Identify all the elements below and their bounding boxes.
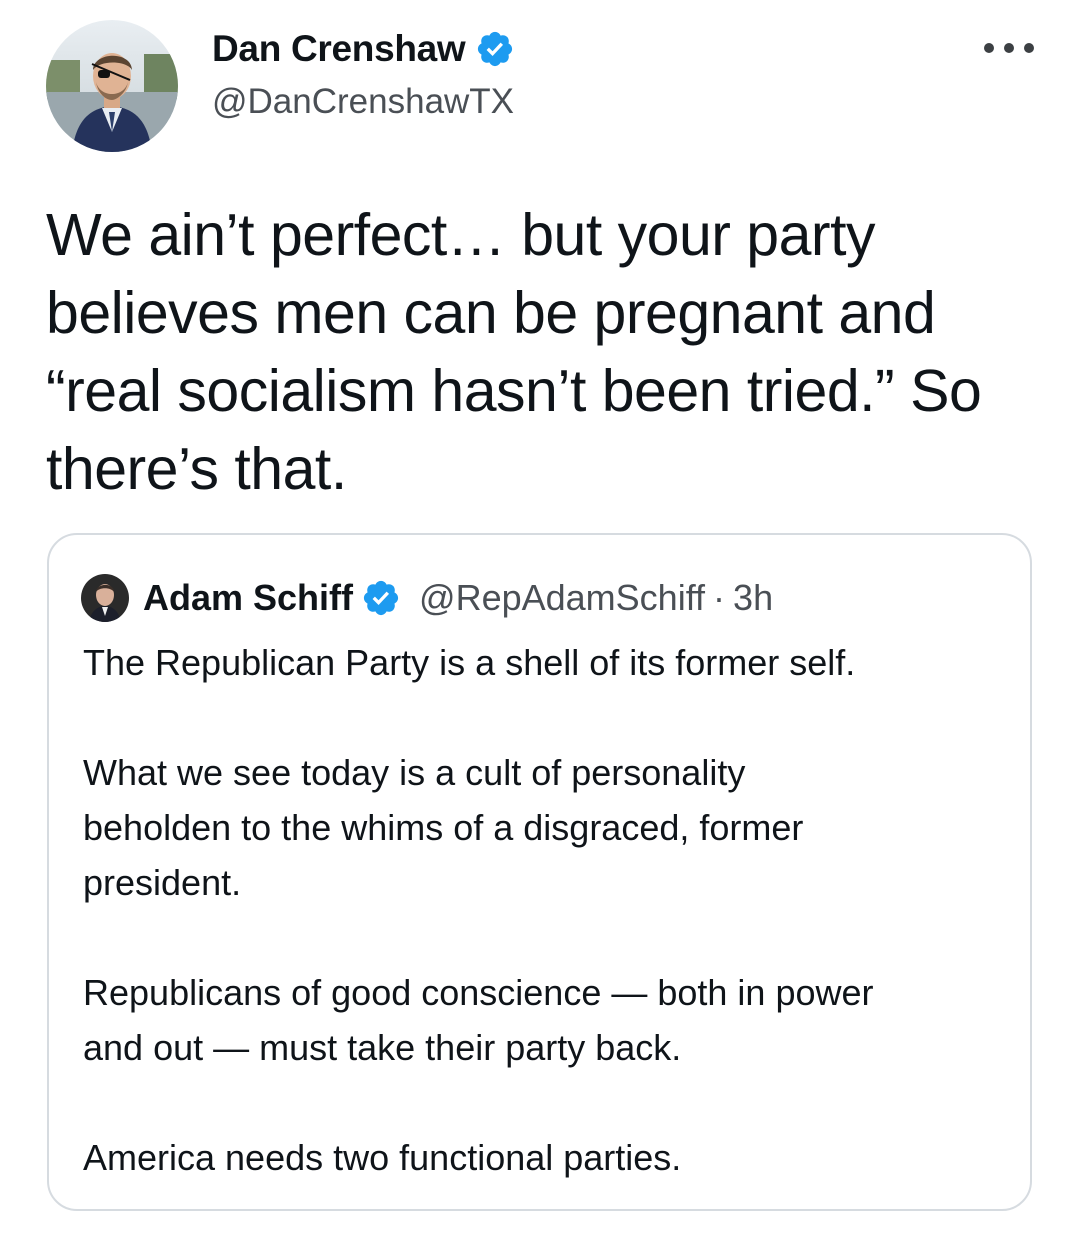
more-horizontal-icon <box>1024 43 1034 53</box>
quoted-tweet-card[interactable]: Adam Schiff @RepAdamSchiff · 3h The Repu… <box>47 533 1032 1211</box>
quoted-tweet-paragraph: Republicans of good conscience — both in… <box>83 972 874 1068</box>
quoted-author-avatar-image <box>81 574 129 622</box>
quoted-tweet-paragraph: America needs two functional parties. <box>83 1137 682 1178</box>
quoted-tweet-header: Adam Schiff @RepAdamSchiff · 3h <box>81 573 773 623</box>
quoted-tweet-paragraph: What we see today is a cult of personali… <box>83 752 804 903</box>
tweet-text: We ain’t perfect… but your party believe… <box>46 202 982 502</box>
more-horizontal-icon <box>984 43 994 53</box>
author-name-row: Dan Crenshaw <box>212 24 515 74</box>
author-handle[interactable]: @DanCrenshawTX <box>212 82 514 122</box>
quoted-author-avatar[interactable] <box>81 574 129 622</box>
verified-badge-icon <box>478 31 513 67</box>
separator-dot: · <box>713 577 726 618</box>
more-horizontal-icon <box>1004 43 1014 53</box>
quoted-tweet-timestamp[interactable]: 3h <box>733 577 773 619</box>
author-avatar-image <box>46 20 178 152</box>
quoted-tweet-body: The Republican Party is a shell of its f… <box>83 635 1013 1185</box>
quoted-author-display-name[interactable]: Adam Schiff <box>143 577 353 619</box>
quoted-author-handle[interactable]: @RepAdamSchiff <box>419 577 705 619</box>
author-display-name[interactable]: Dan Crenshaw <box>212 28 466 70</box>
quoted-tweet-paragraph: The Republican Party is a shell of its f… <box>83 642 856 683</box>
more-options-button[interactable] <box>984 38 1034 58</box>
author-avatar[interactable] <box>46 20 178 152</box>
verified-badge-icon <box>363 580 399 616</box>
